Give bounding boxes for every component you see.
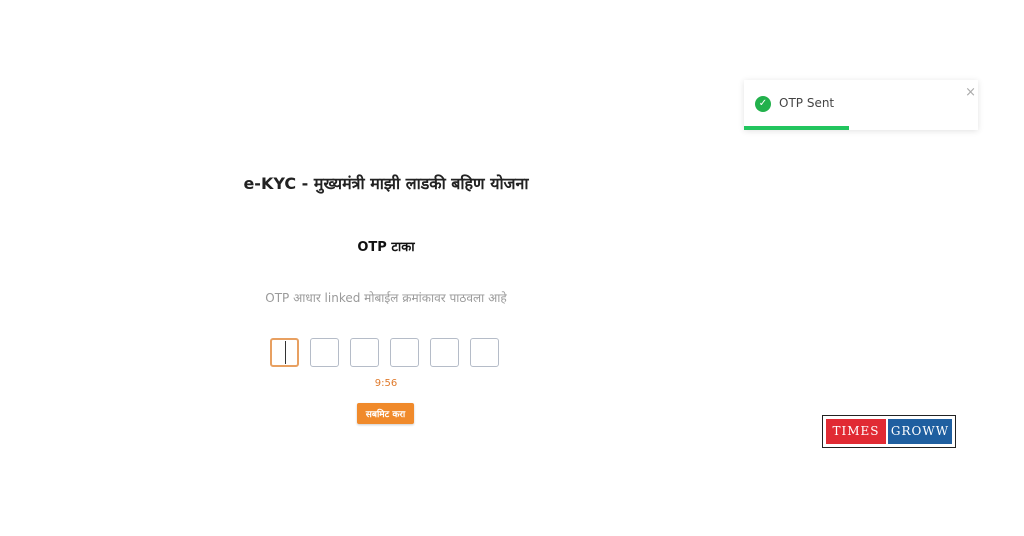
close-icon[interactable]: × — [965, 85, 976, 100]
otp-digit-6-input[interactable] — [470, 338, 499, 367]
toast-progress-bar — [744, 126, 850, 130]
otp-sent-toast: ✓ OTP Sent × — [744, 80, 978, 130]
otp-digit-2-input[interactable] — [310, 338, 339, 367]
toast-message: OTP Sent — [779, 96, 835, 110]
otp-description: OTP आधार linked मोबाईल क्रमांकावर पाठवला… — [265, 291, 507, 305]
otp-digit-5-input[interactable] — [430, 338, 459, 367]
input-caret — [285, 341, 286, 364]
submit-button[interactable]: सबमिट करा — [357, 403, 414, 424]
logo-times-text: TIMES — [826, 419, 886, 444]
otp-digit-4-input[interactable] — [390, 338, 419, 367]
otp-timer: 9:56 — [374, 378, 398, 389]
page-title: e-KYC - मुख्यमंत्री माझी लाडकी बहिण योजन… — [243, 174, 529, 193]
otp-heading: OTP टाका — [357, 240, 415, 255]
otp-digit-3-input[interactable] — [350, 338, 379, 367]
logo-groww-text: GROWW — [888, 419, 952, 444]
times-groww-logo: TIMES GROWW — [822, 415, 956, 448]
check-circle-icon: ✓ — [755, 96, 771, 112]
